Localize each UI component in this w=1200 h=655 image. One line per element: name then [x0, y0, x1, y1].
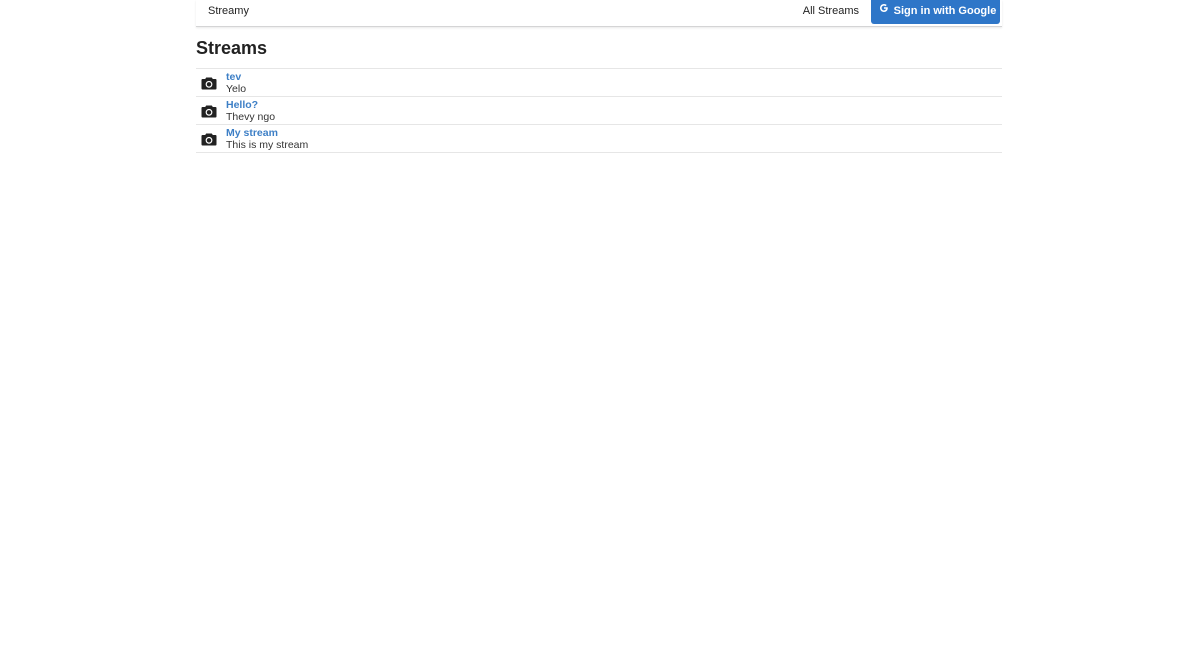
brand-link[interactable]: Streamy — [208, 0, 249, 25]
stream-title-link[interactable]: My stream — [226, 127, 308, 139]
app-container: Streamy All Streams Sign in with Google … — [196, 0, 1002, 153]
google-sign-in-label: Sign in with Google — [893, 5, 997, 17]
stream-title-link[interactable]: tev — [226, 71, 246, 83]
google-sign-in-button[interactable]: Sign in with Google — [871, 0, 1000, 24]
stream-list-item: tev Yelo — [196, 69, 1002, 97]
stream-list-item: Hello? Thevy ngo — [196, 97, 1002, 125]
stream-list-item: My stream This is my stream — [196, 125, 1002, 153]
stream-text: My stream This is my stream — [226, 127, 308, 151]
all-streams-link[interactable]: All Streams — [803, 0, 859, 25]
stream-description: Yelo — [226, 83, 247, 95]
camera-icon — [201, 76, 217, 90]
stream-description: Thevy ngo — [226, 111, 276, 123]
top-menu: Streamy All Streams Sign in with Google — [196, 0, 1002, 27]
camera-icon — [201, 132, 217, 146]
google-icon — [879, 0, 889, 22]
page-title: Streams — [196, 38, 268, 58]
stream-title-link[interactable]: Hello? — [226, 99, 275, 111]
camera-icon — [201, 104, 217, 118]
stream-description: This is my stream — [226, 139, 309, 151]
stream-text: tev Yelo — [226, 71, 246, 95]
stream-text: Hello? Thevy ngo — [226, 99, 275, 123]
stream-list: tev Yelo Hello? Thevy ngo My stream This… — [196, 68, 1002, 153]
